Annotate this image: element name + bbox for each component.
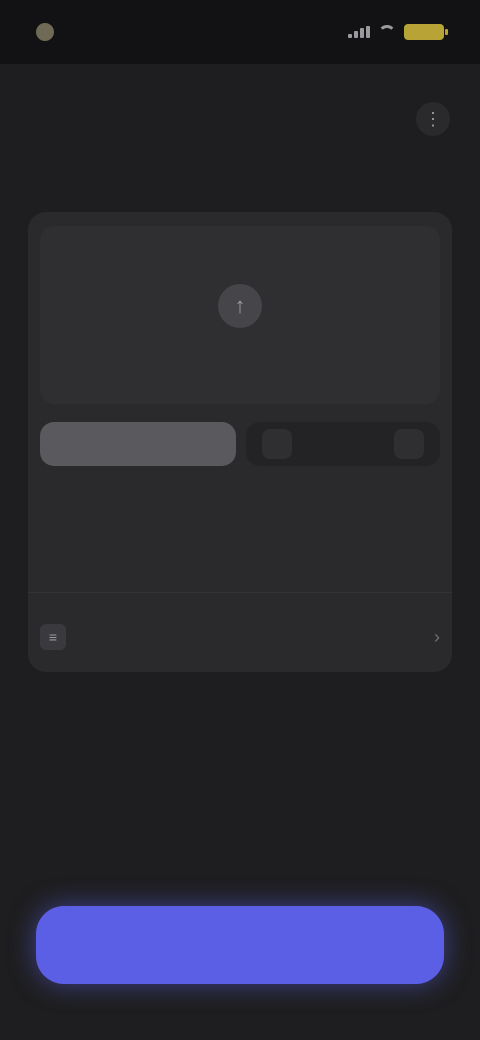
status-right bbox=[348, 24, 448, 40]
upload-icon: ↑ bbox=[218, 284, 262, 328]
status-indicator-icon bbox=[36, 23, 54, 41]
main-card: ↑ ≡ › bbox=[28, 212, 452, 672]
detail-row-1[interactable] bbox=[40, 480, 440, 516]
primary-button[interactable] bbox=[36, 906, 444, 984]
option-row[interactable]: ≡ › bbox=[40, 612, 440, 662]
card-divider bbox=[28, 592, 452, 593]
segment-chip-right bbox=[394, 429, 424, 459]
upload-area[interactable]: ↑ bbox=[40, 226, 440, 404]
battery-icon bbox=[404, 24, 448, 40]
segment-active[interactable] bbox=[40, 422, 236, 466]
detail-row-2[interactable] bbox=[40, 530, 440, 566]
app-screen: ⋮ ↑ ≡ › bbox=[0, 0, 480, 1040]
wifi-icon bbox=[378, 25, 396, 39]
more-icon[interactable]: ⋮ bbox=[416, 102, 450, 136]
options-icon: ≡ bbox=[40, 624, 66, 650]
header: ⋮ bbox=[0, 84, 480, 154]
chevron-right-icon: › bbox=[434, 626, 440, 647]
status-bar bbox=[0, 0, 480, 64]
signal-icon bbox=[348, 26, 370, 38]
segment-chip-left bbox=[262, 429, 292, 459]
status-left bbox=[36, 23, 64, 41]
segmented-control bbox=[40, 422, 440, 470]
segment-inactive[interactable] bbox=[246, 422, 440, 466]
